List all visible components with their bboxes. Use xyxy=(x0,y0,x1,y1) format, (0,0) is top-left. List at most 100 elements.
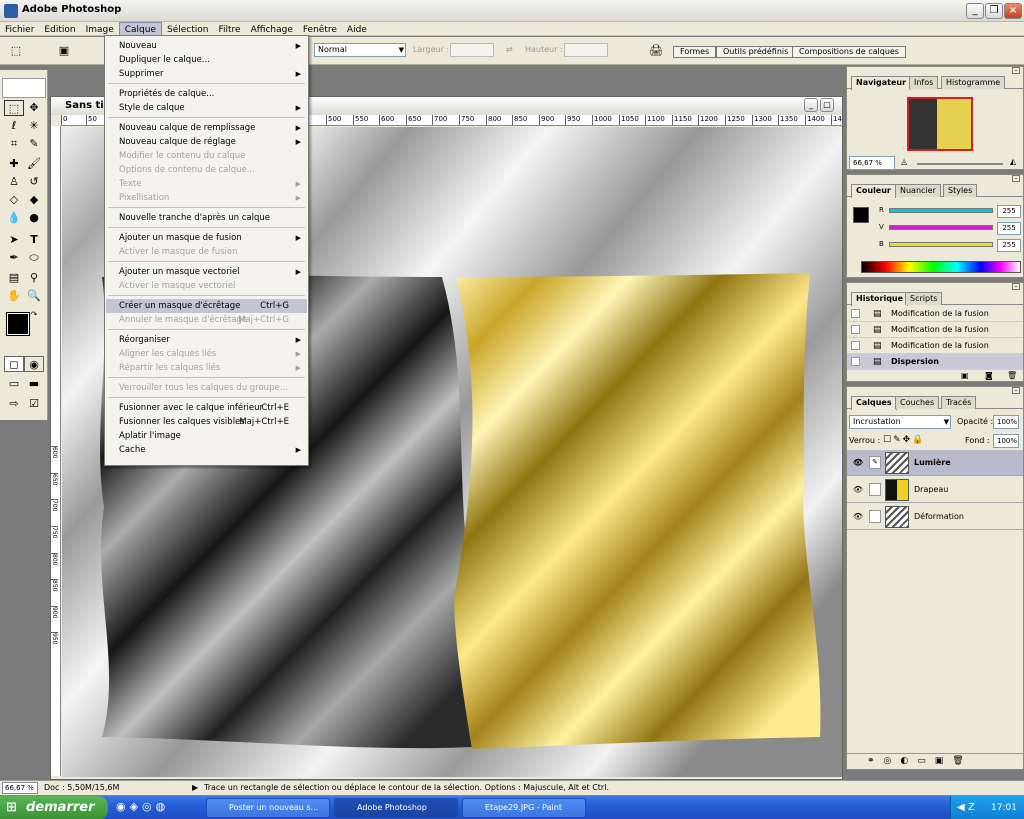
lasso-tool-icon[interactable]: ℓ xyxy=(4,118,24,134)
swap-icon[interactable]: ⇄ xyxy=(506,43,513,57)
stamp-tool-icon[interactable]: ♙ xyxy=(4,174,24,190)
tab-calques[interactable]: Calques xyxy=(851,396,897,410)
channel-slider[interactable] xyxy=(889,242,993,247)
color-channel-row[interactable]: R 255 xyxy=(877,205,1023,219)
eye-icon[interactable]: 👁 xyxy=(851,504,865,530)
bucket-tool-icon[interactable]: ◆ xyxy=(24,192,44,208)
check-icon[interactable]: ☑ xyxy=(24,396,44,412)
color-channel-row[interactable]: B 255 xyxy=(877,239,1023,253)
mode-select[interactable]: Normal ▼ xyxy=(314,43,406,57)
calque-menu-item[interactable]: Réorganiser ▶ xyxy=(106,333,307,347)
tab-nuancier[interactable]: Nuancier xyxy=(895,184,941,197)
eraser-tool-icon[interactable]: ◇ xyxy=(4,192,24,208)
calque-menu-item[interactable]: Ajouter un masque de fusion ▶ xyxy=(106,231,307,245)
crop-tool-icon[interactable]: ⌗ xyxy=(4,136,24,152)
navigator-close-icon[interactable]: – xyxy=(1012,67,1020,74)
tab-styles[interactable]: Styles xyxy=(943,184,978,197)
magic-wand-tool-icon[interactable]: ✳ xyxy=(24,118,44,134)
tab-navigateur[interactable]: Navigateur xyxy=(851,76,912,90)
menu-aide[interactable]: Aide xyxy=(342,23,372,37)
channel-slider[interactable] xyxy=(889,225,993,230)
color-foreground-swatch[interactable] xyxy=(853,207,869,223)
navigator-zoom-slider[interactable] xyxy=(917,163,1003,165)
history-brush-tool-icon[interactable]: ↺ xyxy=(24,174,44,190)
close-button[interactable]: × xyxy=(1004,3,1022,19)
fill-input[interactable]: 100% xyxy=(993,434,1019,448)
history-close-icon[interactable]: – xyxy=(1012,283,1020,290)
history-item[interactable]: ▤ Modification de la fusion xyxy=(847,338,1023,354)
selection-mode-icon[interactable]: ▣ xyxy=(54,43,74,59)
history-source-checkbox[interactable] xyxy=(851,325,860,334)
layer-row[interactable]: 👁 Déformation xyxy=(847,504,1023,530)
history-item[interactable]: ▤ Modification de la fusion xyxy=(847,322,1023,338)
imageready-jump-icon[interactable]: ⇨ xyxy=(4,396,24,412)
text-tool-icon[interactable]: T xyxy=(24,232,44,248)
task-adobe-photoshop[interactable]: Adobe Photoshop xyxy=(334,798,458,818)
layer-link-icon[interactable] xyxy=(869,483,881,496)
healing-brush-tool-icon[interactable]: ✚ xyxy=(4,156,24,172)
calque-menu-item[interactable]: Nouveau ▶ xyxy=(106,39,307,53)
calque-menu-item[interactable]: Aplatir l'image xyxy=(106,429,307,443)
doc-minimize-button[interactable]: _ xyxy=(804,98,818,112)
blur-tool-icon[interactable]: 💧 xyxy=(4,210,24,226)
status-arrow-icon[interactable]: ▶ xyxy=(192,781,198,795)
largeur-input[interactable] xyxy=(450,43,494,57)
menu-fichier[interactable]: Fichier xyxy=(0,23,39,37)
dodge-tool-icon[interactable]: ● xyxy=(24,210,44,226)
path-selection-tool-icon[interactable]: ➤ xyxy=(4,232,24,248)
brush-tool-icon[interactable]: 🖌 xyxy=(24,156,44,172)
color-close-icon[interactable]: – xyxy=(1012,175,1020,182)
move-tool-icon[interactable]: ✥ xyxy=(24,100,44,116)
calque-menu-item[interactable]: Fusionner les calques visibles Maj+Ctrl+E xyxy=(106,415,307,429)
history-source-checkbox[interactable] xyxy=(851,341,860,350)
eye-icon[interactable]: 👁 xyxy=(851,477,865,503)
channel-slider[interactable] xyxy=(889,208,993,213)
layer-link-icon[interactable]: ✎ xyxy=(869,456,881,469)
history-trash-icon[interactable]: 🗑 xyxy=(1007,371,1017,380)
channel-value-input[interactable]: 255 xyxy=(997,222,1021,235)
zoom-tool-icon[interactable]: 🔍 xyxy=(24,288,44,304)
color-spectrum-bar[interactable] xyxy=(861,261,1021,273)
calque-menu-item[interactable]: Nouveau calque de réglage ▶ xyxy=(106,135,307,149)
calque-menu-item[interactable]: Propriétés de calque... xyxy=(106,87,307,101)
zoom-in-icon[interactable]: ◭ xyxy=(1010,157,1016,166)
navigator-thumbnail[interactable] xyxy=(907,97,973,151)
calque-menu-item[interactable]: Style de calque ▶ xyxy=(106,101,307,115)
swap-colors-icon[interactable]: ↷ xyxy=(28,310,40,320)
restore-button[interactable]: ❐ xyxy=(985,3,1003,19)
history-item[interactable]: ▤ Modification de la fusion xyxy=(847,306,1023,322)
shape-tool-icon[interactable]: ⬭ xyxy=(24,250,44,266)
calque-menu-item[interactable]: Dupliquer le calque... xyxy=(106,53,307,67)
eyedropper-tool-icon[interactable]: ⚲ xyxy=(24,270,44,286)
quicklaunch-icons[interactable]: ◉◈◎◍ xyxy=(116,800,169,813)
layer-row[interactable]: 👁 Drapeau xyxy=(847,477,1023,503)
hand-tool-icon[interactable]: ✋ xyxy=(4,288,24,304)
calque-menu-item[interactable]: Ajouter un masque vectoriel ▶ xyxy=(106,265,307,279)
tab-traces[interactable]: Tracés xyxy=(941,396,977,409)
notes-tool-icon[interactable]: ▤ xyxy=(4,270,24,286)
doc-maximize-button[interactable]: □ xyxy=(820,98,834,112)
hauteur-input[interactable] xyxy=(564,43,608,57)
palette-well-icon[interactable]: 🖨 xyxy=(646,43,666,59)
minimize-button[interactable]: _ xyxy=(966,3,984,19)
tab-scripts[interactable]: Scripts xyxy=(905,292,943,305)
layer-row[interactable]: 👁 ✎ Lumière xyxy=(847,450,1023,476)
screen-mode-full-icon[interactable]: ▬ xyxy=(24,376,44,392)
screen-mode-standard-icon[interactable]: ▭ xyxy=(4,376,24,392)
marquee-preset-icon[interactable]: ⬚ xyxy=(6,43,26,59)
calque-menu-item[interactable]: Nouveau calque de remplissage ▶ xyxy=(106,121,307,135)
snapshot-icon[interactable]: ◙ xyxy=(985,371,993,380)
tab-histogramme[interactable]: Histogramme xyxy=(941,76,1006,89)
calque-menu-item[interactable]: Nouvelle tranche d'après un calque xyxy=(106,211,307,225)
channel-value-input[interactable]: 255 xyxy=(997,239,1021,252)
opacity-input[interactable]: 100% xyxy=(993,415,1019,429)
zoom-out-icon[interactable]: ◬ xyxy=(901,157,907,166)
calque-menu-item[interactable]: Fusionner avec le calque inférieur Ctrl+E xyxy=(106,401,307,415)
standard-mode-icon[interactable]: ◻ xyxy=(4,356,24,372)
quick-mask-icon[interactable]: ◉ xyxy=(24,356,44,372)
channel-value-input[interactable]: 255 xyxy=(997,205,1021,218)
blend-mode-select[interactable]: Incrustation ▼ xyxy=(849,415,951,429)
task-poster-nouveau[interactable]: Poster un nouveau s... xyxy=(206,798,330,818)
pen-tool-icon[interactable]: ✒ xyxy=(4,250,24,266)
history-source-checkbox[interactable] xyxy=(851,357,860,366)
